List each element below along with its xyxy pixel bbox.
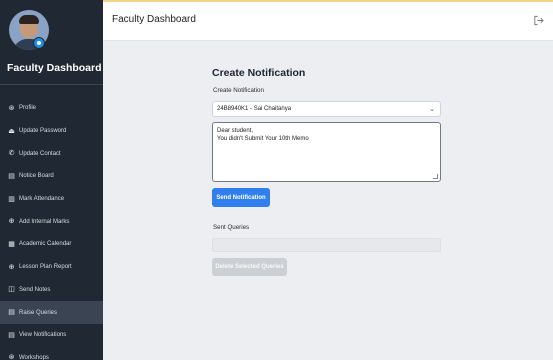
question-icon: ▤	[8, 309, 15, 317]
user-icon: ⊛	[8, 104, 15, 112]
sidebar-item-update-password[interactable]: ⏏ Update Password	[0, 120, 103, 143]
sidebar-item-notice-board[interactable]: ▤ Notice Board	[0, 165, 103, 188]
resize-handle[interactable]	[433, 174, 438, 179]
sent-queries-list[interactable]	[212, 238, 441, 252]
sidebar-item-label: Add Internal Marks	[19, 218, 70, 225]
sidebar-item-label: Profile	[19, 105, 37, 112]
avatar-hair	[19, 15, 39, 24]
logout-icon[interactable]	[533, 15, 544, 26]
sidebar-item-add-internal-marks[interactable]: ⊕ Add Internal Marks	[0, 210, 103, 233]
delete-selected-button[interactable]: Delete Selected Queries	[212, 258, 287, 276]
sidebar-item-mark-attendance[interactable]: ▥ Mark Attendance	[0, 188, 103, 211]
sidebar-item-send-notes[interactable]: ◫ Send Notes	[0, 279, 103, 302]
sidebar-title: Faculty Dashboard	[7, 62, 102, 74]
sidebar: Faculty Dashboard ⊛ Profile ⏏ Update Passwo…	[0, 0, 103, 360]
sidebar-item-profile[interactable]: ⊛ Profile	[0, 97, 103, 120]
sidebar-item-label: Workshops	[19, 354, 49, 360]
message-line-2: You didn't Submit Your 10th Memo	[217, 136, 309, 143]
lock-icon: ⏏	[8, 127, 15, 135]
sidebar-item-raise-queries[interactable]: ▤ Raise Queries	[0, 301, 103, 324]
sidebar-item-label: Send Notes	[19, 286, 51, 293]
sidebar-item-view-notifications[interactable]: ▤ View Notifications	[0, 324, 103, 347]
plus-circle-icon: ⊕	[8, 218, 15, 226]
student-select[interactable]: 24B8940K1 - Sai Chaitanya ⌄	[212, 101, 441, 117]
sidebar-item-update-contact[interactable]: ✆ Update Contact	[0, 142, 103, 165]
phone-icon: ✆	[8, 150, 15, 158]
sidebar-item-label: Academic Calendar	[19, 241, 72, 248]
sidebar-item-label: Update Password	[19, 128, 67, 135]
sent-queries-label: Sent Queries	[213, 224, 250, 231]
sidebar-menu: ⊛ Profile ⏏ Update Password ✆ Update Contact ▤…	[0, 97, 103, 360]
sidebar-item-label: Lesson Plan Report	[19, 264, 72, 271]
chevron-down-icon: ⌄	[429, 106, 435, 113]
sidebar-item-academic-calendar[interactable]: ▦ Academic Calendar	[0, 233, 103, 256]
field-label: Create Notification	[213, 87, 264, 94]
sidebar-divider	[0, 84, 103, 85]
top-header: Faculty Dashboard	[103, 0, 553, 41]
checklist-icon: ▥	[8, 195, 15, 203]
page-title: Faculty Dashboard	[112, 14, 196, 25]
workshop-icon: ⊛	[8, 354, 15, 360]
sidebar-item-label: Notice Board	[19, 173, 54, 180]
bell-icon: ▤	[8, 331, 15, 339]
sidebar-item-label: Mark Attendance	[19, 196, 65, 203]
form-title: Create Notification	[212, 67, 306, 79]
message-line-1: Dear student,	[217, 128, 254, 134]
calendar-icon: ▦	[8, 240, 15, 248]
sidebar-item-workshops[interactable]: ⊛ Workshops	[0, 347, 103, 360]
notes-icon: ◫	[8, 286, 15, 294]
clipboard-icon: ▤	[8, 172, 15, 180]
selected-student: 24B8940K1 - Sai Chaitanya	[217, 106, 292, 112]
sidebar-item-label: Raise Queries	[19, 309, 58, 316]
report-icon: ⊕	[8, 263, 15, 271]
sidebar-item-lesson-plan-report[interactable]: ⊕ Lesson Plan Report	[0, 256, 103, 279]
camera-icon[interactable]	[33, 37, 45, 49]
send-notification-button[interactable]: Send Notification	[212, 188, 270, 207]
sidebar-item-label: View Notifications	[19, 332, 67, 339]
message-textarea[interactable]: Dear student, You didn't Submit Your 10t…	[212, 122, 441, 182]
sidebar-item-label: Update Contact	[19, 150, 61, 157]
